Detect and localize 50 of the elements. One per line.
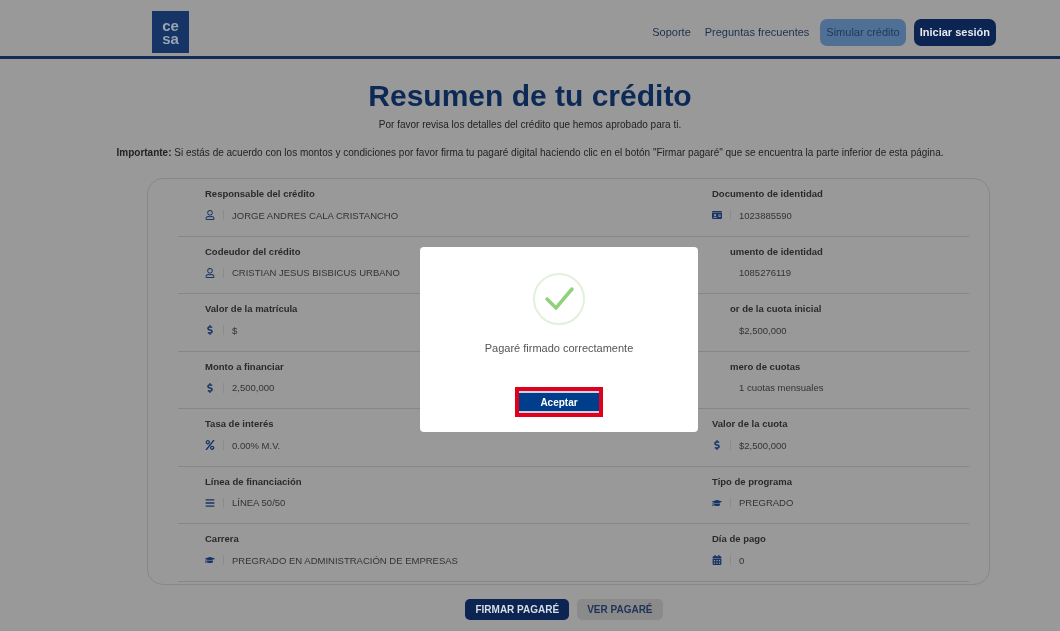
field-label: Tipo de programa [712,475,794,487]
subtitle: Por favor revisa los detalles del crédito que hemos aprobado para ti. [377,119,683,130]
success-message: Pagaré firmado correctamente [484,342,634,354]
graduation-cap-icon [712,497,722,508]
field-value: CRISTIAN JESUS BISBICUS URBANO [232,267,400,278]
field-label: mero de cuotas [729,360,802,372]
field-label: Codeudor del crédito [205,245,302,257]
notice-text: Importante: Si estás de acuerdo con los montos y condiciones por favor firma tu pagaré digital haciendo clic en el botón "Firmar pagaré" que se encuentra la parte inferior de esta página. [115,147,945,158]
field-label: Línea de financiación [205,475,303,487]
field-value: 0.00% M.V. [232,439,281,451]
nav-link[interactable]: Preguntas frecuentes [701,26,813,38]
logo[interactable]: ce sa [152,11,189,53]
dollar-icon [205,325,215,335]
field-value: PREGRADO [739,497,794,508]
field-value: $2,500,000 [739,324,787,336]
page-title: Resumen de tu crédito [367,79,693,113]
field-label: umento de identidad [729,245,824,257]
field-label: Documento de identidad [712,188,824,199]
field-label: Tasa de interés [205,418,275,429]
field-value: 1085276119 [739,267,792,278]
id-card-icon [712,210,722,220]
dollar-icon [205,382,215,393]
field-label: Día de pago [712,533,767,544]
sign-button[interactable]: FIRMAR PAGARÉ [465,598,570,620]
field-value: 0 [739,554,745,566]
field-label: Valor de la matrícula [205,303,299,314]
field-label: Valor de la cuota [712,418,789,429]
check-icon [532,272,586,326]
nav-link[interactable]: Soporte [649,26,694,38]
field-value: 1 cuotas mensuales [739,382,824,393]
dollar-icon [712,440,722,450]
field-value: $2,500,000 [739,439,787,451]
field-value: 1023885590 [739,209,792,221]
calendar-icon [712,555,722,565]
field-value: JORGE ANDRES CALA CRISTANCHO [232,209,399,221]
list-icon [205,497,215,508]
field-value: 2,500,000 [232,382,275,393]
field-value: PREGRADO EN ADMINISTRACIÓN DE EMPRESAS [232,554,458,566]
field-label: Monto a financiar [205,360,285,372]
field-label: or de la cuota inicial [729,303,823,314]
person-icon [205,267,215,278]
percent-icon [205,440,215,450]
graduation-cap-icon [205,555,215,565]
field-value: LÍNEA 50/50 [232,497,286,508]
field-label: Carrera [205,533,240,544]
field-label: Responsable del crédito [205,188,316,199]
field-value: $ [232,324,238,336]
nav-button[interactable]: Iniciar sesión [913,18,996,46]
person-icon [205,210,215,220]
view-button[interactable]: VER PAGARÉ [577,598,663,620]
